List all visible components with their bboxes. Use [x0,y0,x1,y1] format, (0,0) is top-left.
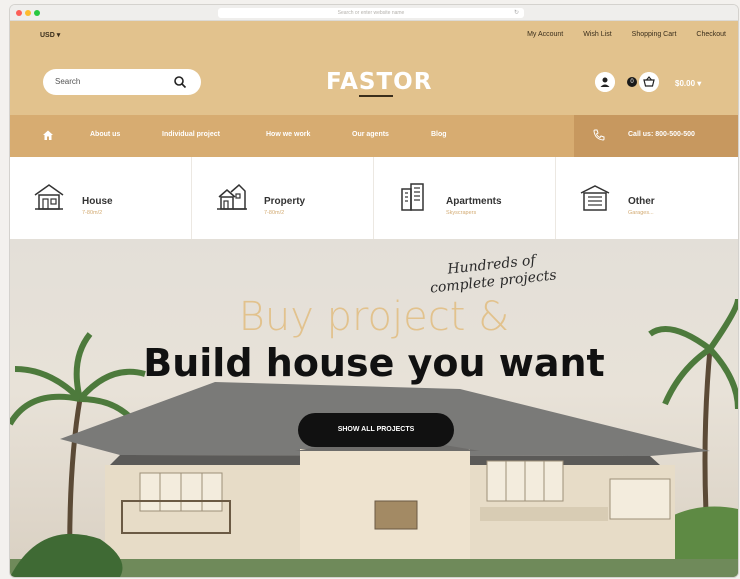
building-icon [401,183,424,211]
property-icon [217,183,247,210]
search-placeholder: Search [55,77,81,86]
category-sublabel: Garages... [628,210,654,216]
category-label: House [82,196,113,207]
logo-text-start: FA [326,69,359,95]
shopping-cart-link[interactable]: Shopping Cart [632,31,677,38]
show-all-projects-button[interactable]: SHOW ALL PROJECTS [298,413,454,447]
category-house[interactable]: House 7-80m/2 [10,157,192,239]
search-input[interactable]: Search [43,69,201,95]
category-other[interactable]: Other Garages... [556,157,738,239]
nav-individual-project[interactable]: Individual project [162,131,220,138]
nav-how-we-work[interactable]: How we work [266,131,310,138]
close-window-button[interactable] [16,10,22,16]
hero-banner: Hundreds of complete projects Buy projec… [10,239,738,577]
hero-headline-1: Buy project & [238,294,510,340]
category-sublabel: 7-80m/2 [82,210,103,216]
user-icon[interactable] [595,72,615,92]
reload-icon[interactable]: ↻ [514,8,519,18]
nav-about-us[interactable]: About us [90,131,120,138]
main-nav: About us Individual project How we work … [10,115,738,157]
address-bar[interactable]: Search or enter website name [218,8,524,18]
logo-text-underlined: ST [358,69,394,97]
basket-icon[interactable] [639,72,659,92]
nav-blog[interactable]: Blog [431,131,447,138]
category-label: Property [264,196,306,207]
site-logo[interactable]: FASTOR [326,69,433,97]
top-bar: USD ▾ My Account Wish List Shopping Cart… [10,21,738,49]
category-sublabel: 7-80m/2 [264,210,285,216]
browser-toolbar: Search or enter website name ↻ [10,5,738,21]
phone-icon [593,129,605,141]
minimize-window-button[interactable] [25,10,31,16]
nav-our-agents[interactable]: Our agents [352,131,389,138]
category-apartments[interactable]: Apartments Skyscrapers [374,157,556,239]
cart-total[interactable]: $0.00 ▾ [675,79,701,88]
category-sublabel: Skyscrapers [446,210,477,216]
cart-count-badge: 0 [627,77,637,87]
call-us-text: Call us: 800-500-500 [628,131,695,138]
category-property[interactable]: Property 7-80m/2 [192,157,374,239]
my-account-link[interactable]: My Account [527,31,563,38]
logo-text-end: OR [393,69,433,95]
hero-headline-2: Build house you want [143,341,605,385]
wish-list-link[interactable]: Wish List [583,31,611,38]
house-photo [10,298,738,577]
checkout-link[interactable]: Checkout [696,31,726,38]
search-icon[interactable] [173,75,187,89]
garage-icon [580,185,610,211]
home-icon[interactable] [42,129,54,141]
call-us-box[interactable]: Call us: 800-500-500 [574,115,738,157]
window-controls [16,10,40,16]
account-links: My Account Wish List Shopping Cart Check… [527,31,726,38]
zoom-window-button[interactable] [34,10,40,16]
currency-selector[interactable]: USD ▾ [40,31,60,39]
category-label: Apartments [446,196,502,207]
site-header: Search FASTOR 0 $0.00 ▾ [10,49,738,115]
browser-window: Search or enter website name ↻ USD ▾ My … [10,5,738,577]
house-icon [34,184,64,210]
category-label: Other [628,196,655,207]
category-bar: House 7-80m/2 Property 7-80m/2 Apartment… [10,157,738,239]
